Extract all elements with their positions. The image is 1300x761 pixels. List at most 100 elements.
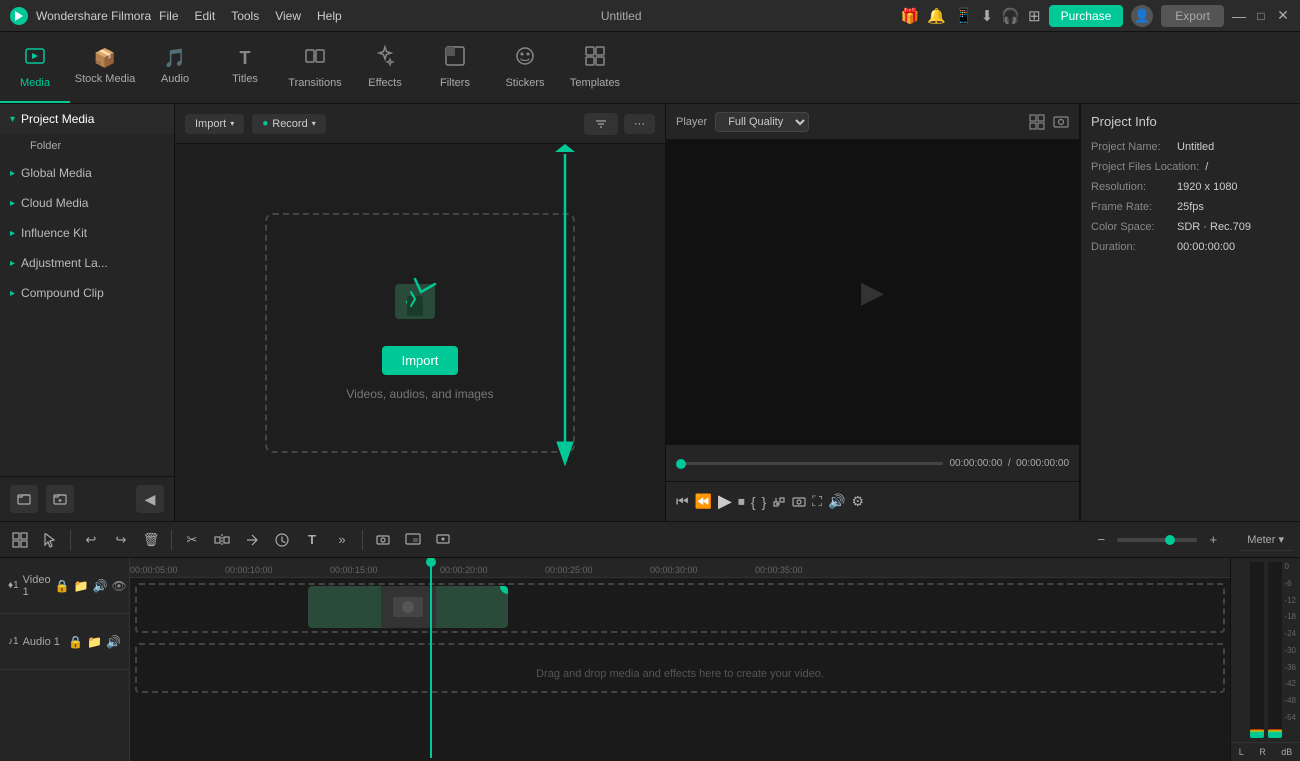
menu-file[interactable]: File <box>159 9 178 23</box>
filter-button[interactable] <box>584 113 618 135</box>
toolbar-filters[interactable]: Filters <box>420 33 490 103</box>
new-folder-button[interactable] <box>10 485 38 513</box>
import-button[interactable]: Import ▾ <box>185 114 244 134</box>
toolbar-templates[interactable]: Templates <box>560 33 630 103</box>
timeline-scrubber[interactable] <box>676 462 943 465</box>
text-button[interactable]: T <box>300 528 324 552</box>
folder-icon[interactable]: 📁 <box>74 579 89 593</box>
add-to-timeline-button[interactable] <box>46 485 74 513</box>
filmora-logo <box>385 264 455 334</box>
sidebar-item-global-media[interactable]: ▸ Global Media <box>0 158 174 188</box>
audio-mute-icon[interactable]: 🔊 <box>106 635 121 649</box>
zoom-slider[interactable] <box>1117 538 1197 542</box>
lock-icon[interactable]: 🔒 <box>55 579 70 593</box>
head-clip-button[interactable] <box>371 528 395 552</box>
import-center-button[interactable]: Import <box>382 346 459 375</box>
sidebar-item-influence-kit[interactable]: ▸ Influence Kit <box>0 218 174 248</box>
clip-speed-button[interactable] <box>270 528 294 552</box>
mark-in-button[interactable]: { <box>751 494 756 510</box>
meter-dropdown[interactable]: Meter ▾ <box>1239 529 1292 551</box>
menu-help[interactable]: Help <box>317 9 342 23</box>
zoom-in-button[interactable]: + <box>1201 528 1225 552</box>
video-clip[interactable]: + <box>308 586 508 628</box>
playhead[interactable] <box>430 558 432 758</box>
titlebar: Wondershare Filmora File Edit Tools View… <box>0 0 1300 32</box>
toolbar-effects[interactable]: Effects <box>350 33 420 103</box>
menu-edit[interactable]: Edit <box>195 9 216 23</box>
info-label-duration: Duration: <box>1091 241 1171 253</box>
export-button[interactable]: Export <box>1161 5 1224 27</box>
add-to-timeline-player-button[interactable] <box>772 495 786 509</box>
import-label: Import <box>195 118 226 130</box>
timeline-layout-button[interactable] <box>8 528 32 552</box>
info-value-duration: 00:00:00:00 <box>1177 241 1235 253</box>
info-row-location: Project Files Location: / <box>1091 161 1290 173</box>
record-button[interactable]: ● Record ▾ <box>252 114 326 134</box>
menu-bar: File Edit Tools View Help <box>159 9 342 23</box>
menu-view[interactable]: View <box>275 9 301 23</box>
speaker-icon[interactable]: 🔊 <box>93 579 108 593</box>
pip-button[interactable] <box>401 528 425 552</box>
toolbar-media[interactable]: Media <box>0 33 70 103</box>
delete-button[interactable]: 🗑 <box>139 528 163 552</box>
undo-button[interactable]: ↩ <box>79 528 103 552</box>
quality-select[interactable]: Full Quality 1/2 Quality 1/4 Quality <box>715 112 809 132</box>
clip-add-button[interactable]: + <box>500 586 508 594</box>
sidebar-item-compound-clip[interactable]: ▸ Compound Clip <box>0 278 174 308</box>
ruler-mark-0: 00:00:05:00 <box>130 565 178 575</box>
sidebar-item-cloud-media[interactable]: ▸ Cloud Media <box>0 188 174 218</box>
arrow-icon: ▸ <box>10 168 15 179</box>
add-marker-button[interactable] <box>431 528 455 552</box>
toolbar-stickers[interactable]: Stickers <box>490 33 560 103</box>
timeline-select-button[interactable] <box>38 528 62 552</box>
audio-sync-button[interactable] <box>240 528 264 552</box>
maximize-button[interactable]: □ <box>1254 9 1268 23</box>
sidebar-item-folder[interactable]: Folder <box>0 134 174 158</box>
video-track-drop-zone <box>135 583 1225 633</box>
settings-button[interactable]: ⚙ <box>852 493 865 510</box>
media-icon <box>24 45 46 73</box>
frame-back-button[interactable]: ⏪ <box>695 493 712 510</box>
volume-button[interactable]: 🔊 <box>828 493 845 510</box>
toolbar-transitions[interactable]: Transitions <box>280 33 350 103</box>
purchase-button[interactable]: Purchase <box>1049 5 1124 27</box>
track-area[interactable]: + Drag and drop media and effects here t… <box>130 578 1230 761</box>
player-snapshot-button[interactable] <box>1053 114 1069 130</box>
more-tools-button[interactable]: » <box>330 528 354 552</box>
notification-icon[interactable]: 🔔 <box>927 7 946 25</box>
go-to-start-button[interactable]: ⏮ <box>676 493 689 510</box>
toolbar-stock-media[interactable]: 📦 Stock Media <box>70 33 140 103</box>
full-screen-button[interactable]: ⛶ <box>812 493 822 510</box>
sidebar-item-project-media[interactable]: ▾ Project Media <box>0 104 174 134</box>
audio-lock-icon[interactable]: 🔒 <box>68 635 83 649</box>
profile-icon[interactable]: 👤 <box>1131 5 1153 27</box>
snapshot-button[interactable] <box>792 495 806 509</box>
menu-tools[interactable]: Tools <box>231 9 259 23</box>
apps-icon[interactable]: ⊞ <box>1028 7 1041 25</box>
toolbar-audio[interactable]: 🎵 Audio <box>140 33 210 103</box>
phone-icon[interactable]: 📱 <box>954 7 973 25</box>
split-button[interactable] <box>210 528 234 552</box>
cut-button[interactable]: ✂ <box>180 528 204 552</box>
clip-thumbnail <box>381 586 436 628</box>
audio-folder-icon[interactable]: 📁 <box>87 635 102 649</box>
minimize-button[interactable]: — <box>1232 9 1246 23</box>
meter-panel: Meter ▾ <box>1239 529 1292 551</box>
redo-button[interactable]: ↪ <box>109 528 133 552</box>
sidebar-item-adjustment-layer[interactable]: ▸ Adjustment La... <box>0 248 174 278</box>
gift-icon[interactable]: 🎁 <box>901 7 920 25</box>
player-grid-view-button[interactable] <box>1029 114 1045 130</box>
close-button[interactable]: ✕ <box>1276 9 1290 23</box>
collapse-panel-button[interactable]: ◀ <box>136 485 164 513</box>
toolbar-titles[interactable]: T Titles <box>210 33 280 103</box>
eye-icon[interactable]: 👁 <box>111 579 126 593</box>
mark-out-button[interactable]: } <box>762 494 767 510</box>
zoom-out-button[interactable]: − <box>1089 528 1113 552</box>
info-label-colorspace: Color Space: <box>1091 221 1171 233</box>
play-pause-button[interactable]: ▶ <box>718 491 732 512</box>
more-options-button[interactable]: ··· <box>624 114 655 134</box>
stop-button[interactable]: ⏹ <box>738 493 745 510</box>
headset-icon[interactable]: 🎧 <box>1001 7 1020 25</box>
download-icon[interactable]: ⬇ <box>981 7 994 25</box>
timeline-toolbar: ↩ ↪ 🗑 ✂ T » <box>0 522 1300 558</box>
